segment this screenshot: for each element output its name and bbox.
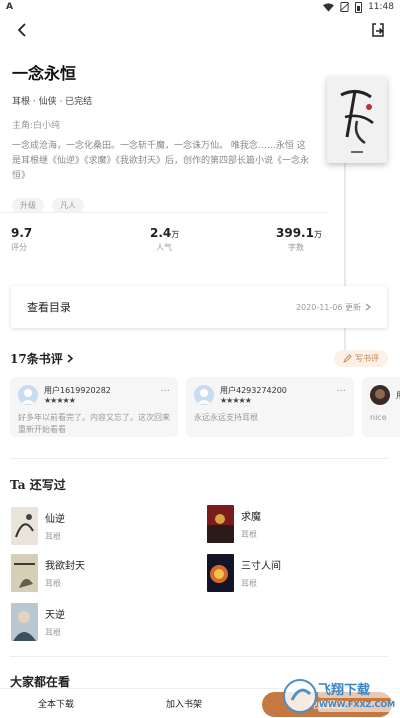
more-icon[interactable]: ··· [160, 386, 170, 397]
related-book-name: 仙逆 [45, 514, 65, 525]
stat-rating-value: 9.7 [11, 226, 33, 240]
review-card[interactable]: 用户1619920282 ★★★★★ ··· 好多年以前看完了。内容又忘了。这次… [10, 377, 178, 437]
book-header: 一念永恒 耳根 · 仙侠 · 已完结 主角:白小纯 一念成沧海，一念化桑田。一念… [0, 60, 400, 355]
top-nav [0, 14, 400, 46]
review-text: 好多年以前看完了。内容又忘了。这次回来重新开始看看 [18, 413, 170, 434]
related-book-name: 三寸人间 [241, 561, 281, 572]
review-user: 用户1619920282 [44, 386, 111, 395]
no-sim-icon [340, 2, 350, 12]
book-cover [327, 77, 387, 163]
review-user: 用 [396, 390, 400, 401]
catalog-card[interactable]: 查看目录 2020-11-06 更新 [11, 286, 387, 328]
related-book-name: 天逆 [45, 610, 65, 621]
watermark-text: 飞翔下载 [318, 683, 371, 698]
write-review-label: 写书评 [355, 353, 379, 363]
review-card[interactable]: 用户4293274200 ★★★★★ ··· 永远永远支持耳根 [186, 377, 354, 437]
book-thumbnail [207, 554, 234, 592]
chevron-right-icon [67, 353, 73, 363]
review-text: nice [370, 413, 387, 422]
avatar [194, 385, 214, 405]
user-icon [21, 389, 35, 404]
reviews-title-link[interactable]: 17条书评 [10, 350, 73, 367]
divider [10, 458, 388, 459]
related-book-author: 耳根 [241, 530, 257, 539]
related-book[interactable]: 求魔 耳根 [207, 505, 261, 543]
stat-rating-label: 评分 [11, 243, 27, 252]
book-thumbnail [11, 507, 38, 545]
pencil-icon [343, 353, 352, 363]
catalog-label: 查看目录 [27, 301, 71, 314]
user-icon [197, 389, 211, 404]
also-wrote-title: Ta 还写过 [10, 478, 66, 492]
related-book[interactable]: 仙逆 耳根 [11, 507, 65, 545]
tag-chip[interactable]: 凡人 [52, 198, 84, 213]
write-review-button[interactable]: 写书评 [334, 349, 388, 367]
status-bar: A 11:48 [0, 0, 400, 14]
share-button[interactable] [366, 18, 390, 42]
related-book-author: 耳根 [45, 579, 61, 588]
watermark-url: WWW.FXXZ.COM [319, 700, 396, 709]
related-book[interactable]: 三寸人间 耳根 [207, 554, 281, 592]
avatar [370, 385, 390, 405]
stat-popularity-value: 2.4 [150, 226, 172, 240]
divider [10, 656, 388, 657]
book-cover-art [327, 77, 387, 163]
related-book-author: 耳根 [241, 579, 257, 588]
add-to-shelf-button[interactable]: 加入书架 [166, 697, 202, 710]
share-icon [372, 23, 384, 37]
avatar [18, 385, 38, 405]
related-book-name: 我欲封天 [45, 561, 85, 572]
catalog-updated-text: 2020-11-06 更新 [295, 302, 361, 312]
stat-words-unit: 万 [313, 230, 322, 239]
book-tags: 升级 凡人 [12, 198, 388, 213]
book-thumbnail [11, 554, 38, 592]
chevron-left-icon [17, 23, 26, 37]
stat-words-value: 399.1 [276, 226, 314, 240]
back-button[interactable] [10, 18, 34, 42]
divider [0, 212, 327, 213]
status-notification-icon: A [6, 2, 13, 12]
review-user: 用户4293274200 [220, 386, 287, 395]
book-detail-page: A 11:48 一念永恒 耳根 · 仙侠 · 已完结 主角:白小纯 一念成沧海，… [0, 0, 400, 718]
stat-words-label: 字数 [288, 243, 304, 252]
reviews-title: 17条书评 [10, 351, 63, 366]
reviews-header: 17条书评 写书评 [10, 347, 388, 369]
tag-chip[interactable]: 升级 [12, 198, 44, 213]
related-book-author: 耳根 [45, 628, 61, 637]
related-book[interactable]: 天逆 耳根 [11, 603, 65, 641]
review-card[interactable]: 用 nice [362, 377, 400, 437]
user-photo-icon [375, 389, 385, 399]
stat-popularity-unit: 万 [171, 230, 180, 239]
book-thumbnail [11, 603, 38, 641]
review-stars: ★★★★★ [44, 396, 76, 405]
battery-icon [355, 1, 363, 13]
review-stars: ★★★★★ [220, 396, 252, 405]
stat-rating: 9.7 评分 [11, 226, 32, 253]
chevron-right-icon [365, 303, 371, 311]
wifi-icon [323, 2, 335, 12]
status-time: 11:48 [368, 2, 394, 12]
stat-words: 399.1万 字数 [276, 226, 322, 253]
download-all-button[interactable]: 全本下载 [38, 697, 74, 710]
stat-popularity: 2.4万 人气 [150, 226, 179, 253]
book-stats: 9.7 评分 2.4万 人气 399.1万 字数 [0, 226, 330, 256]
related-book-name: 求魔 [241, 512, 261, 523]
related-book[interactable]: 我欲封天 耳根 [11, 554, 85, 592]
book-thumbnail [207, 505, 234, 543]
related-book-author: 耳根 [45, 532, 61, 541]
more-icon[interactable]: ··· [336, 386, 346, 397]
review-text: 永远永远支持耳根 [194, 413, 258, 422]
book-synopsis: 一念成沧海，一念化桑田。一念斩千魔，一念诛万仙。 唯我念……永恒 这是耳根继《仙… [12, 141, 310, 181]
catalog-update: 2020-11-06 更新 [296, 302, 371, 313]
stat-popularity-label: 人气 [156, 243, 172, 252]
